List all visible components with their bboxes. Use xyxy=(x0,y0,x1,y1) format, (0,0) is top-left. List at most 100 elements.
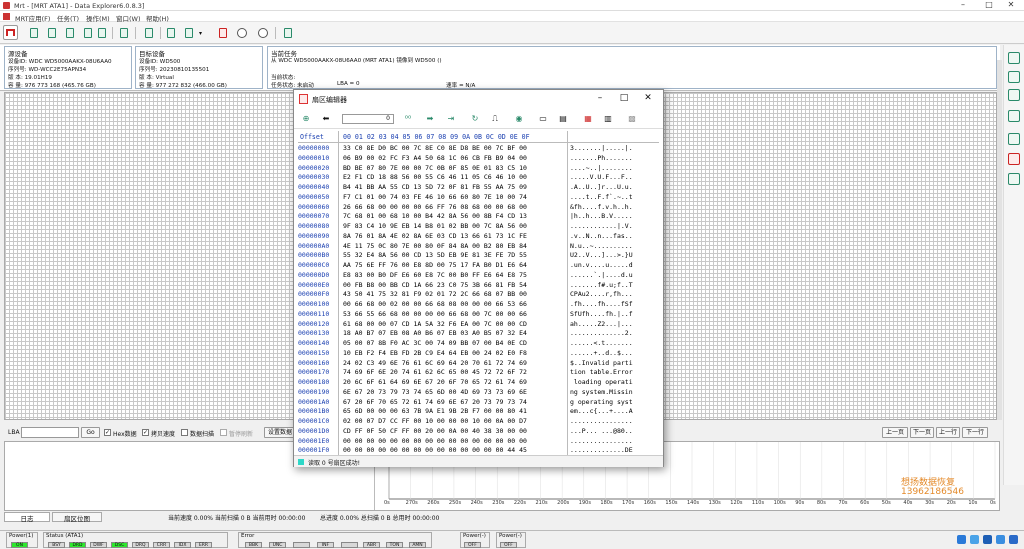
dialog-minimize-button[interactable]: – xyxy=(588,92,612,105)
dialog-maximize-button[interactable]: □ xyxy=(612,92,636,105)
pause-refresh-label: 暂停刷新 xyxy=(229,431,254,438)
x-tick-label: 180s xyxy=(600,500,613,506)
offset-header: Offset xyxy=(300,133,324,141)
save-tool[interactable] xyxy=(116,25,131,40)
source-id: 设备ID: WDC WD5000AAKX-08U6AA0 xyxy=(8,59,112,65)
tray-icon-2[interactable] xyxy=(970,535,979,544)
stop-tool[interactable] xyxy=(255,25,270,40)
title-bar: Mrt - [MRT ATA1] - Data Explorer6.0.8.3]… xyxy=(0,0,1024,11)
goto-icon[interactable]: ⁰⁰ xyxy=(402,113,414,125)
next-page-button[interactable]: 下一页 xyxy=(910,427,934,438)
set-data-button[interactable]: 设置数据 xyxy=(264,427,296,438)
menu-bar: MRT应用(F) 任务(T) 操作(M) 窗口(W) 帮助(H) xyxy=(0,11,1024,23)
open-file-icon[interactable]: ▭ xyxy=(537,113,549,125)
led-unc: UNC xyxy=(269,542,286,548)
led-inf: INF xyxy=(317,542,334,548)
chart-icon[interactable]: ⎍ xyxy=(489,113,501,125)
dropdown-arrow-icon[interactable]: ▾ xyxy=(199,30,202,37)
prev-page-button[interactable]: 上一页 xyxy=(882,427,908,438)
dialog-title: 扇区编辑器 xyxy=(312,96,347,104)
add-sector-icon[interactable]: ⊕ xyxy=(300,113,312,125)
forward-arrow-icon[interactable]: ➡ xyxy=(424,113,436,125)
x-tick-label: 40s xyxy=(903,500,913,506)
minimize-button[interactable]: – xyxy=(950,0,976,11)
tab-log[interactable]: 日志 xyxy=(4,512,50,523)
dialog-title-bar: 扇区编辑器 – □ ✕ xyxy=(294,90,663,108)
x-tick-label: 70s xyxy=(838,500,848,506)
right-tool-6[interactable] xyxy=(1008,153,1020,165)
status-group-ata: Status (ATA1) BSY DRD DWF DSC DRQ CRR ID… xyxy=(43,532,228,548)
close-button[interactable]: ✕ xyxy=(998,0,1024,11)
x-tick-label: 160s xyxy=(643,500,656,506)
list-tool-1[interactable] xyxy=(163,25,178,40)
next-row-button[interactable]: 下一行 xyxy=(962,427,988,438)
list-tool-2[interactable] xyxy=(181,25,196,40)
dialog-status-text: 读取 0 号扇区成功! xyxy=(308,460,361,467)
led-drq: DRQ xyxy=(132,542,149,548)
info-panel: 源设备 设备ID: WDC WD5000AAKX-08U6AA0 序列号: WD… xyxy=(0,45,1000,91)
last-sector-icon[interactable]: ⇥ xyxy=(445,113,457,125)
tab-sector-map[interactable]: 扇区位图 xyxy=(52,512,102,523)
go-button[interactable]: Go xyxy=(81,427,100,438)
task-state: 任务状态: 未启动 xyxy=(271,83,314,89)
x-tick-label: 10s xyxy=(968,500,978,506)
pause-refresh-checkbox[interactable] xyxy=(220,429,227,436)
hex-checkbox[interactable]: ✓ xyxy=(104,429,111,436)
led-drd: DRD xyxy=(69,542,86,548)
connect-tool-button[interactable] xyxy=(3,25,18,40)
right-tool-5[interactable] xyxy=(1008,133,1020,145)
dialog-toolbar: ⊕ ⬅ 0 ⁰⁰ ➡ ⇥ ↻ ⎍ ◉ ▭ ▤ ▦ ▥ ▩ xyxy=(294,109,663,129)
right-tool-2[interactable] xyxy=(1008,71,1020,83)
file-tool-5[interactable] xyxy=(94,25,109,40)
target-device-pane: 目标设备 设备ID: WD500 序列号: 20230810135501 版 本… xyxy=(135,46,263,89)
copy-speed-checkbox[interactable]: ✓ xyxy=(142,429,149,436)
right-tool-4[interactable] xyxy=(1008,110,1020,122)
menu-app-icon xyxy=(3,13,10,20)
x-tick-label: 170s xyxy=(622,500,635,506)
tray-icon-3[interactable] xyxy=(983,535,992,544)
data-scan-checkbox[interactable] xyxy=(181,429,188,436)
sector-editor-tool[interactable] xyxy=(215,25,230,40)
file-tool-1[interactable] xyxy=(26,25,41,40)
back-arrow-icon[interactable]: ⬅ xyxy=(320,113,332,125)
status-group-error: Error BBK UNC INF ABR TON AMN xyxy=(238,532,432,548)
lba-input[interactable] xyxy=(21,427,79,438)
task-line: 从 WDC WD5000AAKX-08U6AA0 (MRT ATA1) 镜像到 … xyxy=(271,58,442,64)
file-tool-3[interactable] xyxy=(62,25,77,40)
source-capacity: 容 量: 976 773 168 (465.76 GB) xyxy=(8,83,96,89)
pause-tool[interactable] xyxy=(234,25,249,40)
tray-icon-5[interactable] xyxy=(1009,535,1018,544)
export-icon[interactable]: ▦ xyxy=(582,113,594,125)
hex-view[interactable]: 00000000 33 C0 8E D0 BC 00 7C 8E C0 8E D8… xyxy=(298,143,659,455)
tabs-row: 日志 扇区位图 当前速度 0.00% 当前扫描 0 B 当前用时 00:00:0… xyxy=(0,511,1000,523)
status-group-power2: Power(-) OFF xyxy=(460,532,490,548)
save-file-icon[interactable]: ▤ xyxy=(557,113,569,125)
vertical-scrollbar[interactable] xyxy=(997,60,1002,420)
prev-row-button[interactable]: 上一行 xyxy=(936,427,960,438)
x-tick-label: 130s xyxy=(708,500,721,506)
stop-icon[interactable]: ◉ xyxy=(513,113,525,125)
hex-header: Offset 00 01 02 03 04 05 06 07 08 09 0A … xyxy=(298,131,659,143)
x-tick-label: 140s xyxy=(687,500,700,506)
state-label: 当前状态: xyxy=(271,75,296,81)
x-tick-label: 240s xyxy=(470,500,483,506)
dialog-close-button[interactable]: ✕ xyxy=(636,92,660,105)
source-serial: 序列号: WD-WCC2E75APN34 xyxy=(8,67,87,73)
x-tick-label: 30s xyxy=(925,500,935,506)
file-tool-4[interactable] xyxy=(80,25,95,40)
tray-icon-1[interactable] xyxy=(957,535,966,544)
led-idx: IDX xyxy=(174,542,191,548)
grid-icon[interactable]: ▩ xyxy=(626,113,638,125)
refresh-icon[interactable]: ↻ xyxy=(469,113,481,125)
exit-tool[interactable] xyxy=(280,25,295,40)
sector-number-input[interactable]: 0 xyxy=(342,114,394,124)
right-tool-1[interactable] xyxy=(1008,52,1020,64)
copy-tool[interactable] xyxy=(141,25,156,40)
import-icon[interactable]: ▥ xyxy=(602,113,614,125)
file-tool-2[interactable] xyxy=(44,25,59,40)
group-header: Power(-) xyxy=(499,533,522,539)
tray-icon-4[interactable] xyxy=(996,535,1005,544)
right-tool-7[interactable] xyxy=(1008,173,1020,185)
status-indicator xyxy=(298,459,304,465)
right-tool-3[interactable] xyxy=(1008,89,1020,101)
